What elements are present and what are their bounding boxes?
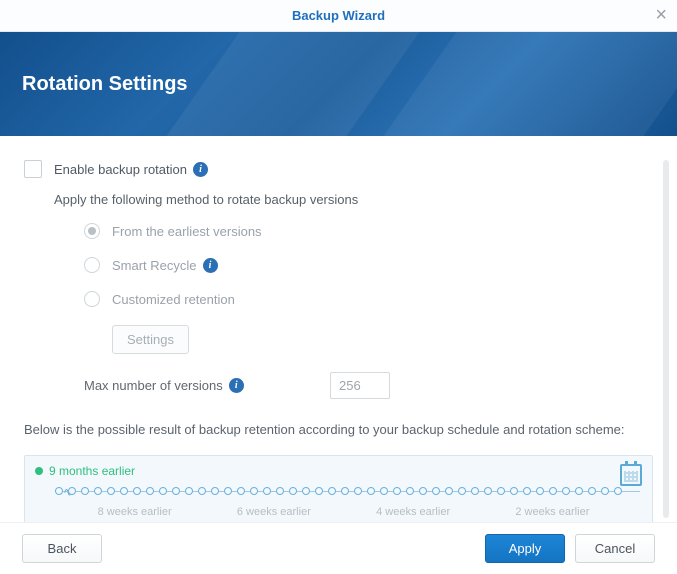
rotation-method-group: From the earliest versions Smart Recycle… xyxy=(84,223,653,307)
method-earliest-radio[interactable] xyxy=(84,223,100,239)
timeline-dot xyxy=(367,487,375,495)
timeline-dot xyxy=(133,487,141,495)
title-bar: Backup Wizard × xyxy=(0,0,677,32)
apply-button[interactable]: Apply xyxy=(485,534,565,563)
method-smart-radio[interactable] xyxy=(84,257,100,273)
timeline-dot xyxy=(601,487,609,495)
timeline-dot xyxy=(55,487,63,495)
axis-label: 6 weeks earlier xyxy=(237,506,311,518)
timeline-dot xyxy=(328,487,336,495)
timeline-dot xyxy=(484,487,492,495)
timeline-dot xyxy=(211,487,219,495)
timeline-dot xyxy=(575,487,583,495)
method-custom-row: Customized retention xyxy=(84,291,653,307)
timeline-dot xyxy=(263,487,271,495)
timeline-dot xyxy=(393,487,401,495)
cancel-button[interactable]: Cancel xyxy=(575,534,655,563)
window-title: Backup Wizard xyxy=(292,8,385,23)
timeline-dot xyxy=(458,487,466,495)
back-button[interactable]: Back xyxy=(22,534,102,563)
timeline-dot xyxy=(354,487,362,495)
timeline-dot xyxy=(588,487,596,495)
info-icon[interactable]: i xyxy=(193,162,208,177)
timeline-dot xyxy=(172,487,180,495)
timeline-dot xyxy=(250,487,258,495)
timeline-dot xyxy=(497,487,505,495)
timeline-dot xyxy=(185,487,193,495)
method-earliest-row: From the earliest versions xyxy=(84,223,653,239)
timeline-dot xyxy=(120,487,128,495)
timeline-marker: 9 months earlier xyxy=(35,464,642,478)
enable-rotation-label: Enable backup rotation xyxy=(54,162,187,177)
timeline-dot xyxy=(224,487,232,495)
timeline-track: ∿ xyxy=(55,482,640,500)
timeline-dot xyxy=(146,487,154,495)
page-title: Rotation Settings xyxy=(22,73,188,96)
max-versions-row: Max number of versions i xyxy=(84,372,653,399)
wizard-body: Enable backup rotation i Apply the follo… xyxy=(0,136,677,522)
wizard-header: Rotation Settings xyxy=(0,32,677,136)
timeline-axis-labels: 8 weeks earlier 6 weeks earlier 4 weeks … xyxy=(65,506,622,518)
scrollbar[interactable] xyxy=(663,160,669,518)
timeline-dot xyxy=(406,487,414,495)
method-smart-label: Smart Recycle xyxy=(112,258,197,273)
timeline-dot xyxy=(562,487,570,495)
timeline-dot xyxy=(81,487,89,495)
timeline-dot xyxy=(341,487,349,495)
timeline-dot xyxy=(549,487,557,495)
timeline-dot xyxy=(289,487,297,495)
custom-settings-button[interactable]: Settings xyxy=(112,325,189,354)
timeline-dot xyxy=(198,487,206,495)
timeline-dot xyxy=(380,487,388,495)
max-versions-label: Max number of versions i xyxy=(84,378,314,393)
timeline-dot xyxy=(432,487,440,495)
retention-timeline: 9 months earlier ∿ 8 weeks earlier 6 wee… xyxy=(24,455,653,522)
enable-rotation-row: Enable backup rotation i xyxy=(24,160,653,178)
axis-label: 8 weeks earlier xyxy=(98,506,172,518)
timeline-dot xyxy=(237,487,245,495)
timeline-dot xyxy=(510,487,518,495)
timeline-dot xyxy=(302,487,310,495)
marker-label: 9 months earlier xyxy=(49,464,135,478)
enable-rotation-checkbox[interactable] xyxy=(24,160,42,178)
preview-description: Below is the possible result of backup r… xyxy=(24,419,653,441)
method-custom-label: Customized retention xyxy=(112,292,235,307)
timeline-dot xyxy=(536,487,544,495)
timeline-dot xyxy=(315,487,323,495)
method-smart-row: Smart Recycle i xyxy=(84,257,653,273)
timeline-dot xyxy=(419,487,427,495)
axis-label: 2 weeks earlier xyxy=(515,506,589,518)
apply-method-text: Apply the following method to rotate bac… xyxy=(54,192,653,207)
wizard-footer: Back Apply Cancel xyxy=(0,522,677,574)
timeline-dot xyxy=(523,487,531,495)
timeline-dot xyxy=(445,487,453,495)
timeline-dot xyxy=(614,487,622,495)
marker-dot-icon xyxy=(35,467,43,475)
timeline-dot xyxy=(471,487,479,495)
timeline-dot xyxy=(107,487,115,495)
method-earliest-label: From the earliest versions xyxy=(112,224,262,239)
close-icon[interactable]: × xyxy=(655,5,667,25)
timeline-dot xyxy=(94,487,102,495)
info-icon[interactable]: i xyxy=(229,378,244,393)
timeline-dot xyxy=(276,487,284,495)
axis-label: 4 weeks earlier xyxy=(376,506,450,518)
timeline-dot xyxy=(159,487,167,495)
info-icon[interactable]: i xyxy=(203,258,218,273)
max-versions-input[interactable] xyxy=(330,372,390,399)
method-custom-radio[interactable] xyxy=(84,291,100,307)
